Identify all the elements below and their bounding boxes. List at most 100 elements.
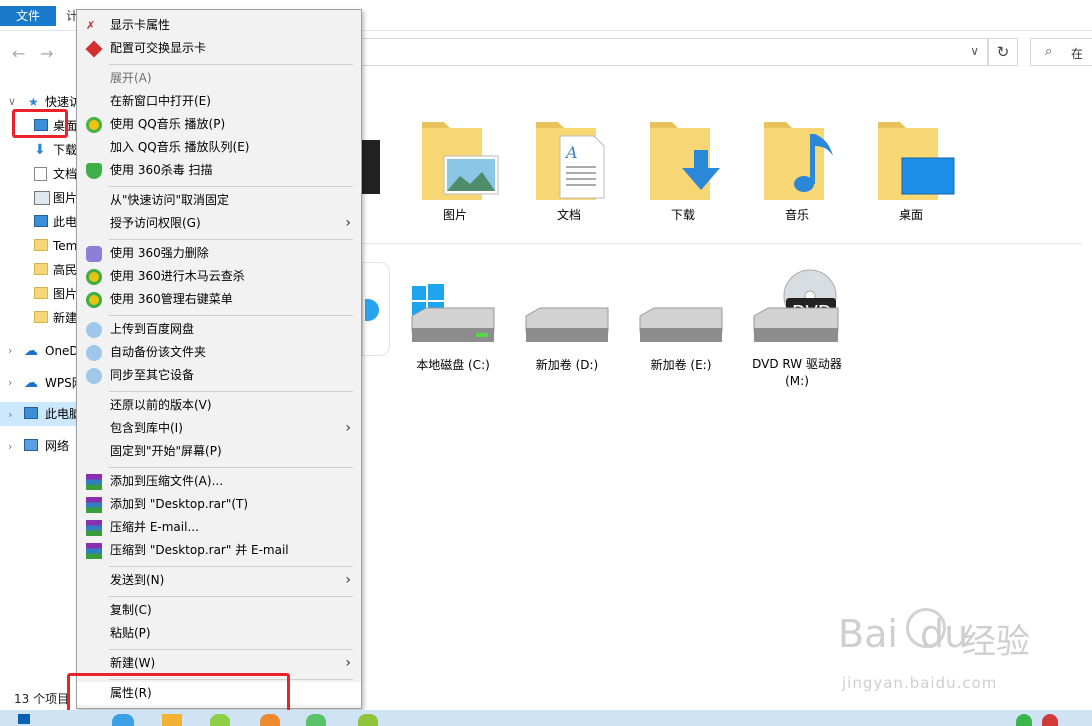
folder-tile-documents[interactable]: A 文档	[514, 118, 624, 222]
menu-item[interactable]: 自动备份该文件夹	[77, 341, 361, 364]
menu-item[interactable]: 上传到百度网盘	[77, 318, 361, 341]
taskbar	[0, 710, 1092, 726]
menu-item[interactable]: 使用 QQ音乐 播放(P)	[77, 113, 361, 136]
status-item-count: 13 个项目	[14, 692, 70, 706]
folder-icon	[34, 263, 48, 275]
sidebar-item-label: 此电	[53, 215, 78, 229]
file-tab[interactable]: 文件	[0, 6, 56, 26]
menu-item[interactable]: 使用 360强力删除	[77, 242, 361, 265]
menu-item[interactable]: 使用 360进行木马云查杀	[77, 265, 361, 288]
menu-item-label: 使用 360强力删除	[110, 246, 209, 260]
refresh-icon[interactable]: ↻	[988, 38, 1018, 66]
sidebar-item-label: 图片	[53, 191, 78, 205]
menu-item-label: 加入 QQ音乐 播放队列(E)	[110, 140, 250, 154]
menu-item[interactable]: 展开(A)	[77, 67, 361, 90]
360-menu-manager-icon	[86, 292, 102, 308]
music-folder-icon	[764, 122, 833, 200]
menu-item[interactable]: 在新窗口中打开(E)	[77, 90, 361, 113]
wps-cloud-icon: ☁	[24, 375, 38, 391]
back-arrow-icon[interactable]: ←	[12, 44, 25, 63]
menu-item[interactable]: 压缩并 E-mail...	[77, 516, 361, 539]
menu-item-label: 使用 360杀毒 扫描	[110, 163, 213, 177]
menu-item-label: 添加到压缩文件(A)...	[110, 474, 224, 488]
360-cloud-scan-icon	[86, 269, 102, 285]
menu-item-label: 发送到(N)	[110, 573, 165, 587]
network-icon	[24, 439, 38, 451]
folder-tile-desktop[interactable]: 桌面	[856, 118, 966, 222]
360-shred-icon	[86, 246, 102, 262]
drive-tile-label: 新加卷 (E:)	[650, 358, 712, 372]
menu-item[interactable]: 同步至其它设备	[77, 364, 361, 387]
menu-item[interactable]: 使用 360杀毒 扫描	[77, 159, 361, 182]
menu-separator	[109, 186, 353, 187]
chevron-down-icon[interactable]: ∨	[970, 44, 979, 58]
drive-tile-e[interactable]: 新加卷 (E:)	[626, 280, 736, 372]
drive-tile-d[interactable]: 新加卷 (D:)	[512, 280, 622, 372]
folder-tile-downloads[interactable]: 下载	[628, 118, 738, 222]
download-arrow-icon: ⬇	[34, 142, 46, 158]
menu-item-label: 还原以前的版本(V)	[110, 398, 212, 412]
menu-item[interactable]: 配置可交换显示卡	[77, 37, 361, 60]
taskbar-app-icon[interactable]	[260, 714, 280, 726]
taskbar-app-icon[interactable]	[162, 714, 182, 726]
menu-separator	[109, 649, 353, 650]
chevron-right-icon[interactable]: ›	[8, 440, 12, 453]
chevron-down-icon[interactable]: ∨	[8, 95, 16, 108]
tray-icon[interactable]	[1016, 714, 1032, 726]
menu-item[interactable]: 发送到(N) ›	[77, 569, 361, 592]
winrar-icon	[86, 543, 102, 559]
taskbar-app-icon[interactable]	[210, 714, 230, 726]
menu-item[interactable]: 授予访问权限(G) ›	[77, 212, 361, 235]
sidebar-item-label: 高民	[53, 263, 78, 277]
drive-tile-dvd[interactable]: DVD DVD RW 驱动器 (M:)	[742, 268, 852, 388]
menu-item-label: 使用 360进行木马云查杀	[110, 269, 245, 283]
watermark-url: jingyan.baidu.com	[842, 674, 998, 692]
folder-tile-label: 下载	[670, 208, 695, 222]
menu-separator	[109, 239, 353, 240]
chevron-right-icon[interactable]: ›	[8, 376, 12, 389]
menu-item[interactable]: 复制(C)	[77, 599, 361, 622]
menu-item[interactable]: 从"快速访问"取消固定	[77, 189, 361, 212]
folder-tile-label: 音乐	[784, 208, 809, 222]
menu-separator	[109, 391, 353, 392]
menu-separator	[109, 64, 353, 65]
baidu-netdisk-icon	[86, 345, 102, 361]
folder-tile-music[interactable]: 音乐	[742, 118, 852, 222]
sidebar-item-label: OneD	[45, 344, 79, 358]
menu-item[interactable]: 添加到压缩文件(A)...	[77, 470, 361, 493]
sidebar-item-label: 文档	[53, 167, 78, 181]
menu-item[interactable]: 加入 QQ音乐 播放队列(E)	[77, 136, 361, 159]
menu-item[interactable]: 粘贴(P)	[77, 622, 361, 645]
menu-item-label: 使用 360管理右键菜单	[110, 292, 233, 306]
start-icon[interactable]	[18, 714, 30, 724]
menu-item-label: 粘贴(P)	[110, 626, 151, 640]
taskbar-app-icon[interactable]	[358, 714, 378, 726]
menu-item[interactable]: 压缩到 "Desktop.rar" 并 E-mail	[77, 539, 361, 562]
address-bar[interactable]: ∨	[360, 38, 988, 66]
menu-item[interactable]: 包含到库中(I) ›	[77, 417, 361, 440]
windows-drive-icon	[411, 284, 495, 342]
menu-item[interactable]: 添加到 "Desktop.rar"(T)	[77, 493, 361, 516]
chevron-right-icon[interactable]: ›	[8, 408, 12, 421]
folder-tile-pictures[interactable]: 图片	[400, 118, 510, 222]
watermark-brand: Bai	[838, 612, 898, 656]
highlight-box	[12, 109, 68, 138]
search-box[interactable]: ⌕ 在	[1030, 38, 1092, 66]
taskbar-app-icon[interactable]	[306, 714, 326, 726]
menu-item[interactable]: 新建(W) ›	[77, 652, 361, 675]
menu-item[interactable]: 固定到"开始"屏幕(P)	[77, 440, 361, 463]
menu-item[interactable]: ✗ 显示卡属性	[77, 14, 361, 37]
taskbar-app-icon[interactable]	[112, 714, 134, 726]
drive-tile-label: 新加卷 (D:)	[535, 358, 599, 372]
tray-icon[interactable]	[1042, 714, 1058, 726]
chevron-right-icon[interactable]: ›	[8, 344, 12, 357]
menu-item[interactable]: 还原以前的版本(V)	[77, 394, 361, 417]
menu-item[interactable]: 使用 360管理右键菜单	[77, 288, 361, 311]
forward-arrow-icon[interactable]: →	[40, 44, 53, 63]
drive-tile-c[interactable]: 本地磁盘 (C:)	[398, 280, 508, 372]
menu-separator	[109, 467, 353, 468]
menu-item-label: 新建(W)	[110, 656, 156, 670]
downloads-folder-icon	[650, 122, 720, 200]
baidu-netdisk-icon	[86, 322, 102, 338]
computer-icon	[24, 407, 38, 419]
